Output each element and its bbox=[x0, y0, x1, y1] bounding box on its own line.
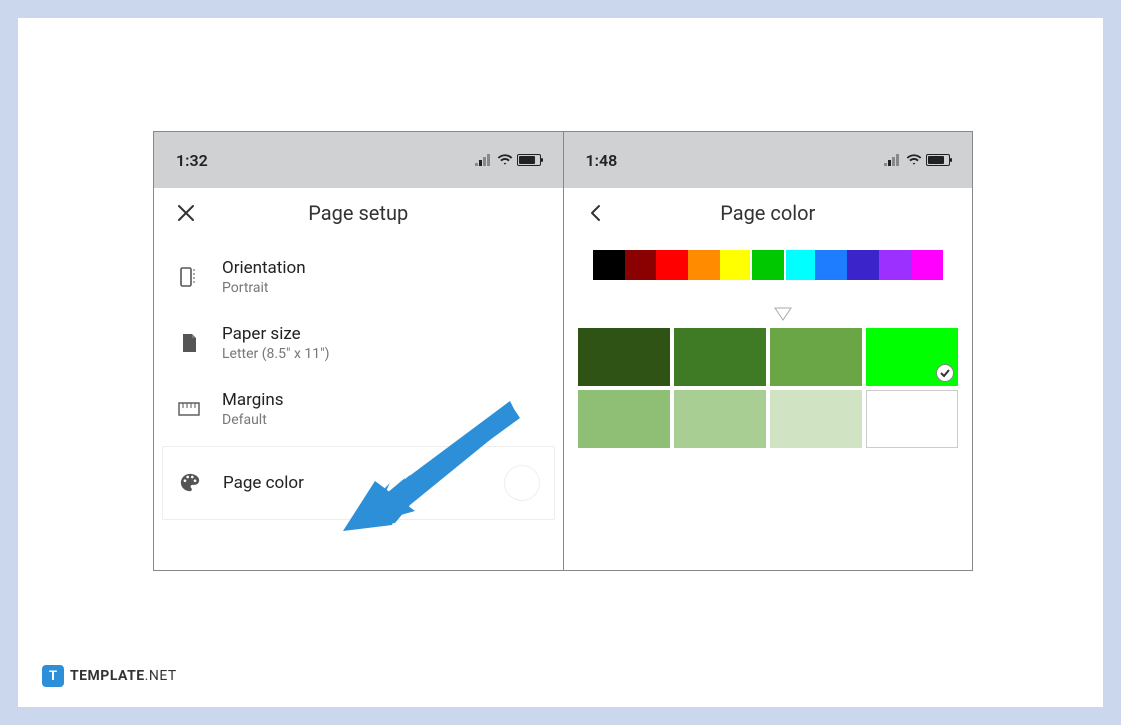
hue-swatch[interactable] bbox=[911, 250, 943, 280]
hue-swatch[interactable] bbox=[847, 250, 879, 280]
wifi-icon bbox=[906, 154, 922, 166]
signal-icon bbox=[884, 154, 902, 166]
page-setup-menu: Orientation Portrait Paper size Letter (… bbox=[154, 238, 563, 530]
hue-swatch[interactable] bbox=[625, 250, 657, 280]
panel-title: Page color bbox=[610, 201, 927, 225]
hue-swatch[interactable] bbox=[720, 250, 752, 280]
battery-icon bbox=[926, 154, 950, 166]
row-text: Margins Default bbox=[222, 390, 284, 428]
hue-strip[interactable] bbox=[593, 250, 943, 280]
status-icons bbox=[884, 154, 950, 166]
panel-title: Page setup bbox=[200, 201, 517, 225]
phone-right: 1:48 Page color bbox=[563, 132, 973, 570]
paper-size-row[interactable]: Paper size Letter (8.5" x 11") bbox=[154, 310, 563, 376]
shade-swatch[interactable] bbox=[866, 328, 958, 386]
shade-grid bbox=[578, 328, 958, 448]
shade-swatch[interactable] bbox=[578, 390, 670, 448]
hue-indicator-icon bbox=[773, 306, 793, 322]
orientation-icon bbox=[176, 266, 202, 288]
page-color-label: Page color bbox=[223, 473, 304, 493]
phone-left: 1:32 Page setup O bbox=[154, 132, 563, 570]
shade-swatch[interactable] bbox=[770, 328, 862, 386]
status-icons bbox=[475, 154, 541, 166]
page-color-row[interactable]: Page color bbox=[162, 446, 555, 520]
shade-swatch[interactable] bbox=[578, 328, 670, 386]
clock-time: 1:48 bbox=[586, 151, 618, 170]
hue-swatch[interactable] bbox=[815, 250, 847, 280]
palette-icon bbox=[177, 472, 203, 494]
outer-frame: 1:32 Page setup O bbox=[0, 0, 1121, 725]
paper-size-icon bbox=[176, 332, 202, 354]
logo-text: TEMPLATE.NET bbox=[70, 668, 177, 684]
hue-swatch[interactable] bbox=[688, 250, 720, 280]
watermark-logo: T TEMPLATE.NET bbox=[42, 665, 177, 687]
hue-swatch[interactable] bbox=[752, 250, 784, 280]
shade-swatch[interactable] bbox=[866, 390, 958, 448]
hue-swatch[interactable] bbox=[879, 250, 911, 280]
margins-icon bbox=[176, 402, 202, 416]
back-icon[interactable] bbox=[582, 204, 610, 222]
screenshot-pair: 1:32 Page setup O bbox=[153, 131, 973, 571]
close-icon[interactable] bbox=[172, 204, 200, 222]
check-icon bbox=[936, 364, 954, 382]
battery-icon bbox=[517, 154, 541, 166]
panel-header: Page color bbox=[564, 188, 973, 238]
row-text: Orientation Portrait bbox=[222, 258, 306, 296]
wifi-icon bbox=[497, 154, 513, 166]
clock-time: 1:32 bbox=[176, 151, 208, 170]
shade-swatch[interactable] bbox=[674, 328, 766, 386]
hue-swatch[interactable] bbox=[593, 250, 625, 280]
page-color-swatch bbox=[504, 465, 540, 501]
hue-swatch[interactable] bbox=[656, 250, 688, 280]
hue-swatch[interactable] bbox=[784, 250, 816, 280]
orientation-row[interactable]: Orientation Portrait bbox=[154, 244, 563, 310]
margins-row[interactable]: Margins Default bbox=[154, 376, 563, 442]
status-bar: 1:32 bbox=[154, 132, 563, 188]
row-text: Paper size Letter (8.5" x 11") bbox=[222, 324, 329, 362]
panel-header: Page setup bbox=[154, 188, 563, 238]
logo-badge-icon: T bbox=[42, 665, 64, 687]
shade-swatch[interactable] bbox=[674, 390, 766, 448]
status-bar: 1:48 bbox=[564, 132, 973, 188]
shade-swatch[interactable] bbox=[770, 390, 862, 448]
signal-icon bbox=[475, 154, 493, 166]
